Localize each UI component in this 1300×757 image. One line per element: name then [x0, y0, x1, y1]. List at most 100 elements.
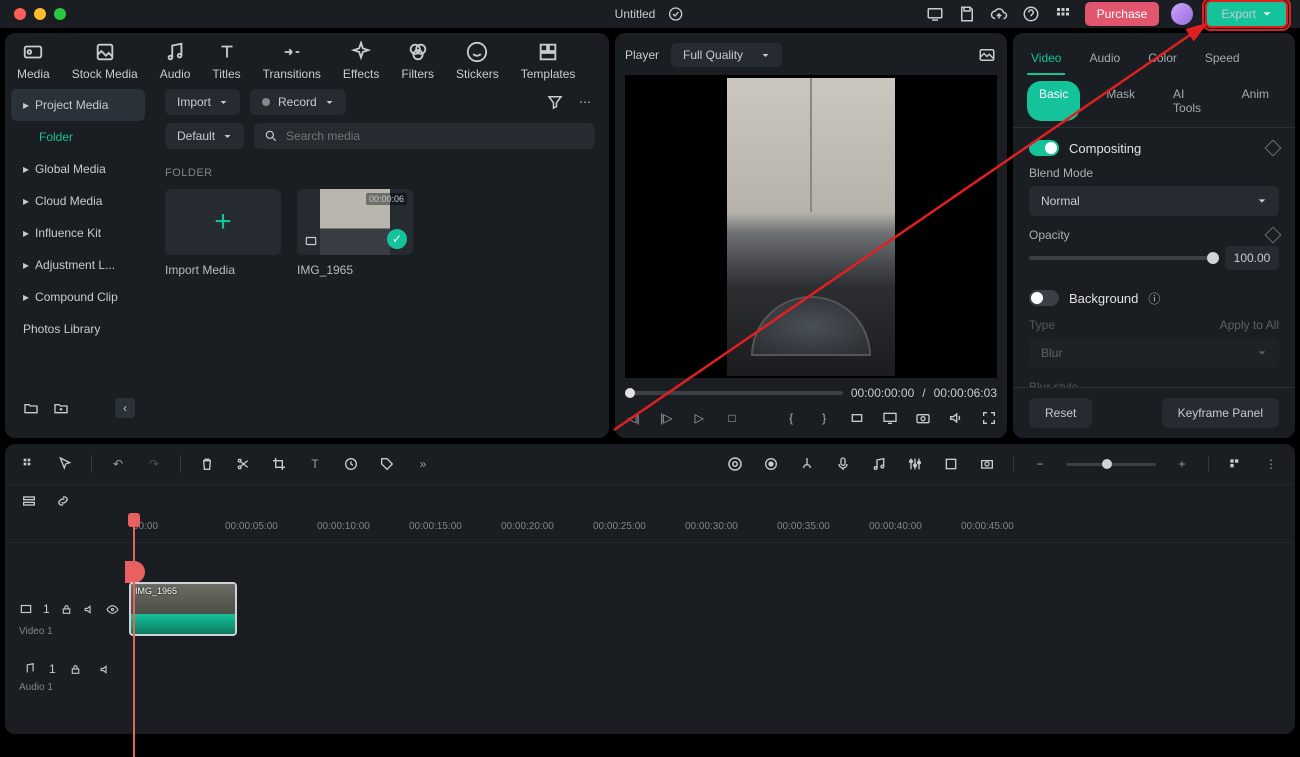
sidebar-compound-clip[interactable]: ▸ Compound Clip — [11, 281, 145, 313]
audio-track[interactable]: 1 Audio 1 — [5, 647, 1295, 691]
tab-transitions[interactable]: Transitions — [263, 41, 321, 81]
cloud-sync-icon[interactable] — [665, 4, 685, 24]
grid-icon[interactable] — [19, 454, 39, 474]
display-icon[interactable] — [881, 408, 898, 428]
tab-media[interactable]: Media — [17, 41, 50, 81]
reset-button[interactable]: Reset — [1029, 398, 1092, 428]
close-window[interactable] — [14, 8, 26, 20]
compare-icon[interactable] — [977, 45, 997, 65]
timeline-ruler[interactable]: 00:00 00:00:05:00 00:00:10:00 00:00:15:0… — [5, 517, 1295, 543]
inspector-tab-speed[interactable]: Speed — [1201, 43, 1244, 75]
avatar[interactable] — [1171, 3, 1193, 25]
screen-icon[interactable] — [925, 4, 945, 24]
apply-to-all-button[interactable]: Apply to All — [1220, 318, 1279, 332]
video-track[interactable]: 1 IMG_1965 Video 1 — [5, 579, 1295, 639]
keyframe-diamond-icon[interactable] — [1265, 140, 1282, 157]
collapse-sidebar-icon[interactable]: ‹ — [115, 398, 135, 418]
keyframe-diamond-icon[interactable] — [1265, 227, 1282, 244]
export-button[interactable]: Export — [1205, 0, 1288, 28]
type-select[interactable]: Blur — [1029, 338, 1279, 368]
tab-templates[interactable]: Templates — [521, 41, 576, 81]
sidebar-folder[interactable]: Folder — [11, 121, 145, 153]
snapshot2-icon[interactable] — [977, 454, 997, 474]
tab-stock-media[interactable]: Stock Media — [72, 41, 138, 81]
zoom-window[interactable] — [54, 8, 66, 20]
track-view-icon[interactable] — [19, 491, 39, 511]
mute-icon[interactable] — [83, 599, 96, 619]
search-media[interactable] — [254, 123, 595, 149]
music-icon[interactable] — [869, 454, 889, 474]
inspector-tab-video[interactable]: Video — [1027, 43, 1065, 75]
sidebar-project-media[interactable]: ▸ Project Media — [11, 89, 145, 121]
tab-filters[interactable]: Filters — [401, 41, 434, 81]
save-icon[interactable] — [957, 4, 977, 24]
subtab-animation[interactable]: Anim — [1230, 81, 1281, 121]
sidebar-cloud-media[interactable]: ▸ Cloud Media — [11, 185, 145, 217]
redo-icon[interactable]: ↷ — [144, 454, 164, 474]
marker-icon[interactable] — [797, 454, 817, 474]
tab-titles[interactable]: Titles — [212, 41, 240, 81]
subtab-basic[interactable]: Basic — [1027, 81, 1080, 121]
apps-icon[interactable] — [1053, 4, 1073, 24]
sidebar-global-media[interactable]: ▸ Global Media — [11, 153, 145, 185]
snapshot-icon[interactable] — [914, 408, 931, 428]
mic-icon[interactable] — [833, 454, 853, 474]
play-icon[interactable]: ▷ — [691, 408, 708, 428]
opacity-slider[interactable] — [1029, 256, 1213, 260]
search-input[interactable] — [286, 129, 585, 143]
volume-icon[interactable] — [947, 408, 964, 428]
import-button[interactable]: Import — [165, 89, 240, 115]
color-tag-icon[interactable] — [377, 454, 397, 474]
mark-out-icon[interactable]: } — [816, 408, 833, 428]
tab-stickers[interactable]: Stickers — [456, 41, 499, 81]
step-back-icon[interactable]: |▷ — [658, 408, 675, 428]
lock-icon[interactable] — [60, 599, 73, 619]
more-icon[interactable]: ⋯ — [575, 92, 595, 112]
record-vo-icon[interactable] — [761, 454, 781, 474]
link-icon[interactable] — [53, 491, 73, 511]
mute-icon[interactable] — [96, 659, 116, 679]
blend-mode-select[interactable]: Normal — [1029, 186, 1279, 216]
preview-canvas[interactable] — [625, 75, 997, 378]
more-tools-icon[interactable]: » — [413, 454, 433, 474]
prev-frame-icon[interactable]: ◁| — [625, 408, 642, 428]
inspector-tab-color[interactable]: Color — [1144, 43, 1181, 75]
mixer-icon[interactable] — [905, 454, 925, 474]
record-button[interactable]: Record — [250, 89, 346, 115]
timeline-clip[interactable]: IMG_1965 — [129, 582, 237, 636]
text-icon[interactable]: T — [305, 454, 325, 474]
background-toggle[interactable] — [1029, 290, 1059, 306]
scrubber[interactable] — [625, 391, 843, 395]
inspector-tab-audio[interactable]: Audio — [1085, 43, 1124, 75]
new-folder-icon[interactable] — [21, 398, 41, 418]
eye-icon[interactable] — [106, 599, 119, 619]
playhead[interactable] — [133, 517, 135, 757]
media-clip[interactable]: 00:00:06 ✓ IMG_1965 — [297, 189, 413, 277]
sort-default[interactable]: Default — [165, 123, 244, 149]
new-bin-icon[interactable] — [51, 398, 71, 418]
stop-icon[interactable]: □ — [724, 408, 741, 428]
undo-icon[interactable]: ↶ — [108, 454, 128, 474]
compositing-toggle[interactable] — [1029, 140, 1059, 156]
tab-audio[interactable]: Audio — [160, 41, 191, 81]
fullscreen-icon[interactable] — [980, 408, 997, 428]
track-options-icon[interactable] — [1225, 454, 1245, 474]
upload-cloud-icon[interactable] — [989, 4, 1009, 24]
info-icon[interactable]: ⓘ — [1144, 288, 1164, 308]
quality-select[interactable]: Full Quality — [671, 43, 782, 67]
help-icon[interactable] — [1021, 4, 1041, 24]
minimize-window[interactable] — [34, 8, 46, 20]
opacity-value[interactable]: 100.00 — [1225, 246, 1279, 270]
subtab-mask[interactable]: Mask — [1094, 81, 1147, 121]
timeline-more-icon[interactable]: ⋮ — [1261, 454, 1281, 474]
import-media-tile[interactable]: + Import Media — [165, 189, 281, 277]
tab-effects[interactable]: Effects — [343, 41, 379, 81]
filter-icon[interactable] — [545, 92, 565, 112]
zoom-in-icon[interactable]: + — [1172, 454, 1192, 474]
loop-icon[interactable] — [849, 408, 866, 428]
subtab-ai-tools[interactable]: AI Tools — [1161, 81, 1216, 121]
crop-icon[interactable] — [269, 454, 289, 474]
keyframe-panel-button[interactable]: Keyframe Panel — [1162, 398, 1279, 428]
sidebar-influence-kit[interactable]: ▸ Influence Kit — [11, 217, 145, 249]
zoom-out-icon[interactable]: − — [1030, 454, 1050, 474]
